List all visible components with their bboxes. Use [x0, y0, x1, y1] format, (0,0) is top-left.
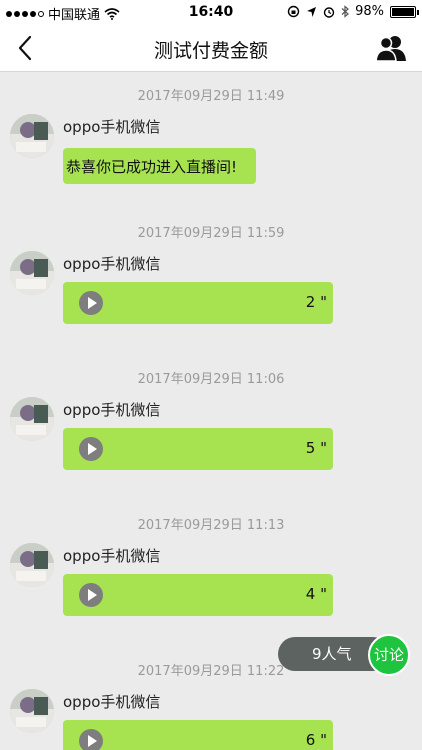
discuss-button[interactable]: 讨论 [368, 634, 410, 676]
play-icon[interactable] [79, 583, 103, 607]
rotation-lock-icon [287, 5, 300, 18]
text-message-bubble[interactable]: 恭喜你已成功进入直播间! [63, 148, 256, 184]
sender-name: oppo手机微信 [63, 693, 161, 711]
nav-bar: 测试付费金额 [0, 24, 422, 72]
voice-message-bubble[interactable]: 4 " [63, 574, 333, 616]
location-icon [307, 6, 317, 17]
play-icon[interactable] [79, 437, 103, 461]
voice-message-bubble[interactable]: 5 " [63, 428, 333, 470]
voice-message-bubble[interactable]: 2 " [63, 282, 333, 324]
message-text: 恭喜你已成功进入直播间! [66, 158, 238, 176]
voice-duration: 6 " [305, 731, 327, 749]
avatar[interactable] [10, 543, 54, 587]
page-title: 测试付费金额 [153, 40, 268, 62]
status-bar: 中国联通 16:40 98% [0, 0, 422, 24]
voice-message-bubble[interactable]: 6 " [63, 720, 333, 750]
message-timestamp: 2017年09月29日 11:06 [137, 372, 285, 387]
message-timestamp: 2017年09月29日 11:49 [137, 89, 285, 104]
battery-icon [390, 5, 419, 18]
message-timestamp: 2017年09月29日 11:13 [137, 518, 285, 533]
battery-percent: 98% [355, 4, 384, 19]
status-right: 98% [287, 4, 419, 19]
avatar[interactable] [10, 397, 54, 441]
voice-duration: 5 " [305, 439, 327, 457]
message-timestamp: 2017年09月29日 11:59 [137, 226, 285, 241]
popularity-count: 9人气 [312, 645, 352, 663]
sender-name: oppo手机微信 [63, 547, 161, 565]
alarm-icon [323, 6, 335, 18]
bluetooth-icon [341, 5, 350, 18]
group-users-icon[interactable] [376, 34, 406, 62]
avatar[interactable] [10, 114, 54, 158]
voice-duration: 4 " [305, 585, 327, 603]
avatar[interactable] [10, 251, 54, 295]
play-icon[interactable] [79, 291, 103, 315]
avatar[interactable] [10, 689, 54, 733]
voice-duration: 2 " [305, 293, 327, 311]
sender-name: oppo手机微信 [63, 255, 161, 273]
sender-name: oppo手机微信 [63, 118, 161, 136]
sender-name: oppo手机微信 [63, 401, 161, 419]
play-icon[interactable] [79, 729, 103, 750]
discuss-label: 讨论 [373, 646, 404, 664]
